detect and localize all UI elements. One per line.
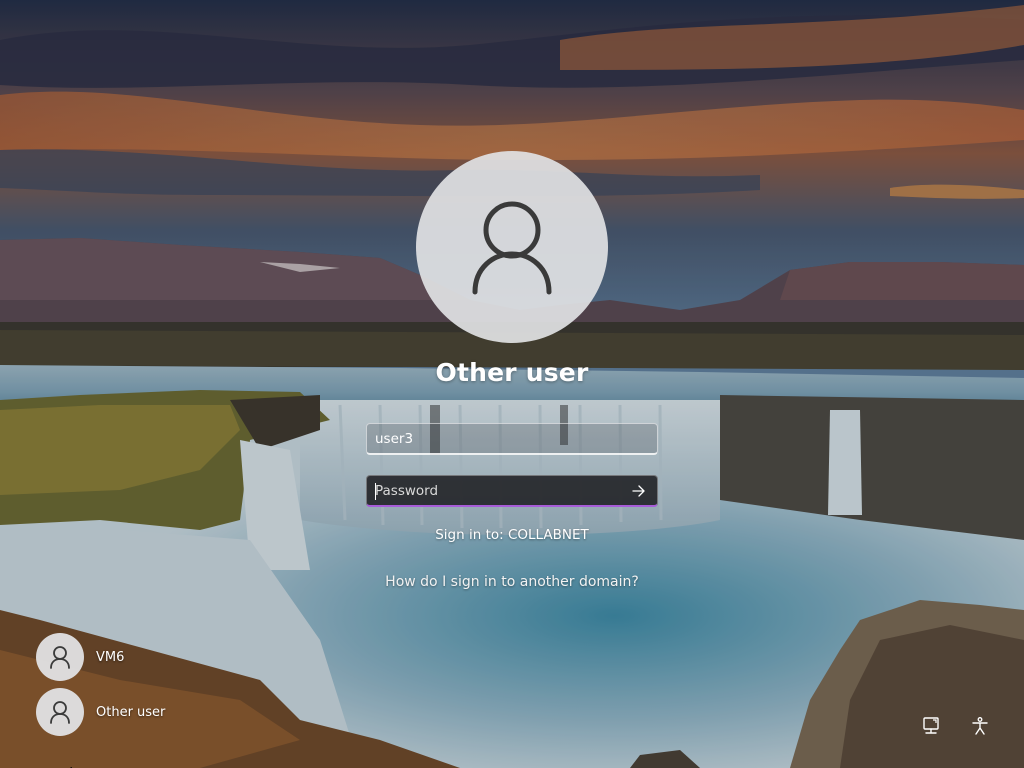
text-caret <box>375 483 376 500</box>
login-title: Other user <box>435 358 589 387</box>
arrow-right-icon <box>632 484 645 497</box>
other-domain-link[interactable]: How do I sign in to another domain? <box>312 574 712 590</box>
avatar <box>36 633 84 681</box>
user-switcher: VM6 Other user <box>36 633 165 743</box>
username-value: user3 <box>375 430 414 447</box>
network-icon <box>923 717 939 734</box>
user-avatar-large <box>416 151 608 343</box>
user-avatar-icon <box>50 701 70 724</box>
password-field[interactable] <box>366 475 658 507</box>
password-input[interactable] <box>367 476 621 505</box>
user-entry-vm6[interactable]: VM6 <box>36 633 165 681</box>
accessibility-icon <box>972 717 988 735</box>
submit-arrow-button[interactable] <box>621 476 657 505</box>
signin-domain-text: Sign in to: COLLABNET <box>435 527 589 543</box>
user-entry-other-user[interactable]: Other user <box>36 688 165 736</box>
accessibility-button[interactable] <box>968 714 992 738</box>
user-entry-label: VM6 <box>96 649 125 665</box>
avatar <box>36 688 84 736</box>
user-avatar-icon <box>472 201 552 295</box>
mouse-pointer-icon <box>70 760 80 768</box>
username-field[interactable]: user3 <box>366 423 658 455</box>
network-button[interactable] <box>919 714 943 738</box>
user-avatar-icon <box>50 646 70 669</box>
user-entry-label: Other user <box>96 704 166 720</box>
